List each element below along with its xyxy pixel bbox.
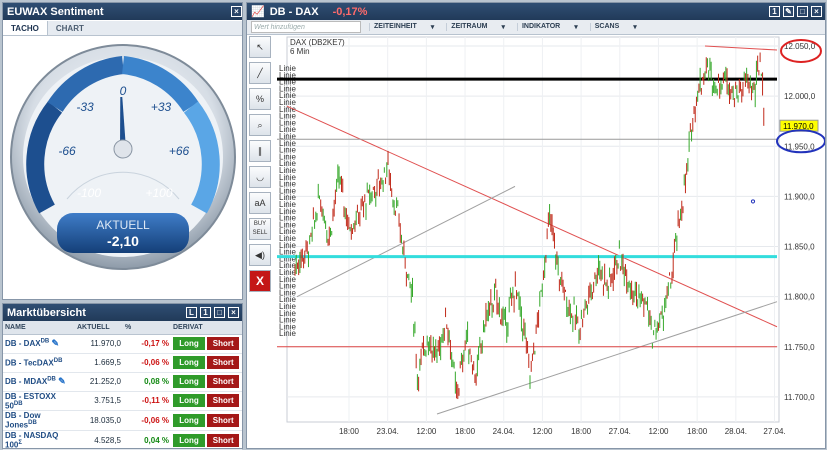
long-button[interactable]: Long: [173, 337, 205, 350]
gauge-tick-plus66: +66: [169, 144, 190, 158]
x-tick-label: 18:00: [687, 427, 708, 436]
row-derivat: Long Short: [171, 372, 242, 392]
row-value: 4.528,5: [75, 430, 123, 450]
y-tick-label: 11.700,0: [784, 393, 815, 402]
euwax-sentiment-panel: EUWAX Sentiment × TACHO CHART 0 -33 +33 …: [2, 2, 243, 300]
y-tick-label: 11.850,0: [784, 243, 815, 252]
x-tick-label: 27.04.: [609, 427, 631, 436]
x-tick-label: 12:00: [532, 427, 553, 436]
row-change: 0,08 %: [123, 372, 171, 392]
euwax-titlebar: EUWAX Sentiment ×: [3, 3, 242, 20]
interval-label: 6 Min: [290, 47, 310, 56]
maximize-icon[interactable]: □: [214, 307, 225, 318]
x-tick-label: 12:00: [648, 427, 669, 436]
x-tick-label: 28.04.: [725, 427, 747, 436]
row-value: 1.669,5: [75, 353, 123, 373]
price-chart[interactable]: 12.050,012.000,011.950,011.900,011.850,0…: [247, 3, 825, 448]
euwax-title: EUWAX Sentiment: [7, 5, 104, 18]
long-button[interactable]: Long: [173, 433, 205, 447]
row-name[interactable]: DB - DAXDB ✎: [3, 334, 75, 354]
long-button[interactable]: Long: [173, 413, 205, 427]
row-change: -0,17 %: [123, 334, 171, 354]
col-name[interactable]: NAME: [3, 321, 75, 335]
gauge-value: -2,10: [107, 233, 139, 249]
pencil-icon[interactable]: ✎: [58, 376, 66, 386]
gauge-tick-plus100: +100: [145, 186, 172, 200]
table-header: NAME AKTUELL % DERIVAT: [3, 321, 242, 335]
row-derivat: Long Short: [171, 353, 242, 373]
short-button[interactable]: Short: [207, 394, 240, 408]
short-button[interactable]: Short: [207, 433, 240, 447]
x-tick-label: 24.04.: [493, 427, 515, 436]
x-tick-label: 18:00: [455, 427, 476, 436]
long-button[interactable]: Long: [173, 356, 205, 369]
market-table: NAME AKTUELL % DERIVAT DB - DAXDB ✎ 11.97…: [3, 321, 242, 450]
table-row[interactable]: DB - NASDAQ 100Σ 4.528,5 0,04 % Long Short: [3, 430, 242, 450]
gauge-tick-minus33: -33: [76, 100, 94, 114]
col-pct[interactable]: %: [123, 321, 171, 335]
table-row[interactable]: DB - ESTOXX 50DB 3.751,5 -0,11 % Long Short: [3, 391, 242, 412]
plot-area: [286, 36, 780, 423]
tab-chart[interactable]: CHART: [48, 21, 92, 35]
long-button[interactable]: Long: [173, 394, 205, 408]
table-row[interactable]: DB - Dow JonesDB 18.035,0 -0,06 % Long Shor…: [3, 410, 242, 431]
table-row[interactable]: DB - DAXDB ✎ 11.970,0 -0,17 % Long Short: [3, 334, 242, 354]
y-tick-label: 11.750,0: [784, 343, 815, 352]
row-name[interactable]: DB - ESTOXX 50DB: [3, 391, 75, 412]
col-aktuell[interactable]: AKTUELL: [75, 321, 123, 335]
market-title: Marktübersicht: [7, 306, 86, 319]
short-button[interactable]: Short: [207, 356, 240, 369]
x-tick-label: 23.04.: [377, 427, 399, 436]
gauge-label: AKTUELL: [96, 218, 150, 232]
tab-tacho[interactable]: TACHO: [3, 21, 48, 35]
row-derivat: Long Short: [171, 410, 242, 431]
row-value: 11.970,0: [75, 334, 123, 354]
row-change: -0,06 %: [123, 410, 171, 431]
euwax-tabs: TACHO CHART: [3, 21, 242, 36]
close-icon[interactable]: ×: [231, 6, 242, 17]
row-name[interactable]: DB - TecDAXDB: [3, 353, 75, 373]
row-change: 0,04 %: [123, 430, 171, 450]
close-icon[interactable]: ×: [228, 307, 239, 318]
row-value: 21.252,0: [75, 372, 123, 392]
long-button[interactable]: Long: [173, 375, 205, 388]
instrument-label: DAX (DB2KE7): [290, 38, 345, 47]
row-derivat: Long Short: [171, 430, 242, 450]
table-row[interactable]: DB - TecDAXDB 1.669,5 -0,06 % Long Short: [3, 353, 242, 373]
row-name[interactable]: DB - NASDAQ 100Σ: [3, 430, 75, 450]
y-tick-label: 11.900,0: [784, 192, 815, 201]
row-value: 3.751,5: [75, 391, 123, 412]
market-overview-panel: Marktübersicht L 1 □ × NAME AKTUELL % DE…: [2, 303, 243, 450]
pencil-icon[interactable]: ✎: [51, 338, 59, 348]
row-change: -0,11 %: [123, 391, 171, 412]
short-button[interactable]: Short: [207, 375, 240, 388]
x-tick-label: 27.04.: [763, 427, 785, 436]
row-derivat: Long Short: [171, 334, 242, 354]
row-value: 18.035,0: [75, 410, 123, 431]
col-derivat: DERIVAT: [171, 321, 242, 335]
number-icon[interactable]: 1: [200, 307, 211, 318]
row-name[interactable]: DB - Dow JonesDB: [3, 410, 75, 431]
row-name[interactable]: DB - MDAXDB ✎: [3, 372, 75, 392]
x-tick-label: 18:00: [339, 427, 360, 436]
gauge-tick-minus100: -100: [77, 186, 101, 200]
short-button[interactable]: Short: [207, 337, 240, 350]
line-label: Linie: [279, 329, 296, 338]
sentiment-gauge: 0 -33 +33 -66 +66 -100 +100 AKTUELL -2,1…: [3, 37, 242, 299]
row-change: -0,06 %: [123, 353, 171, 373]
x-tick-label: 12:00: [416, 427, 437, 436]
gauge-tick-0: 0: [120, 84, 127, 98]
gauge-tick-plus33: +33: [151, 100, 172, 114]
y-tick-label: 12.000,0: [784, 92, 816, 101]
short-button[interactable]: Short: [207, 413, 240, 427]
table-row[interactable]: DB - MDAXDB ✎ 21.252,0 0,08 % Long Short: [3, 372, 242, 392]
market-titlebar: Marktübersicht L 1 □ ×: [3, 304, 242, 321]
link-icon[interactable]: L: [186, 307, 197, 318]
y-tick-label: 11.800,0: [784, 293, 815, 302]
row-derivat: Long Short: [171, 391, 242, 412]
x-tick-label: 18:00: [571, 427, 592, 436]
chart-panel: 📈 DB - DAX -0,17% 1 ✎ □ × Wert hinzufüge…: [246, 2, 826, 449]
gauge-tick-minus66: -66: [58, 144, 76, 158]
